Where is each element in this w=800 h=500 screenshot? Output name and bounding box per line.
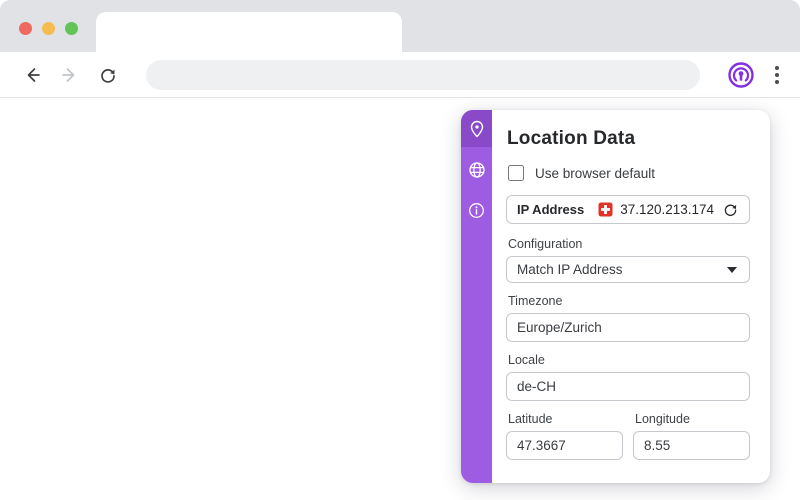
timezone-input[interactable] bbox=[506, 313, 750, 342]
locale-label: Locale bbox=[508, 353, 545, 367]
use-browser-default-row[interactable]: Use browser default bbox=[508, 165, 750, 181]
kebab-dot bbox=[775, 72, 779, 77]
minimize-window-button[interactable] bbox=[42, 22, 55, 35]
browser-window: Location Data Use browser default IP Add… bbox=[0, 0, 800, 500]
location-extension-icon[interactable] bbox=[726, 60, 756, 90]
reload-icon bbox=[101, 68, 115, 83]
longitude-label: Longitude bbox=[635, 412, 690, 426]
kebab-dot bbox=[775, 65, 779, 70]
browser-tab[interactable] bbox=[96, 12, 402, 52]
tab-strip bbox=[0, 0, 800, 52]
swiss-flag-icon bbox=[598, 202, 613, 217]
longitude-input[interactable] bbox=[633, 431, 750, 460]
globe-icon bbox=[468, 162, 485, 178]
maximize-window-button[interactable] bbox=[65, 22, 78, 35]
ip-address-label: IP Address bbox=[517, 202, 585, 217]
vytal-extension-icon bbox=[728, 61, 754, 88]
configuration-value: Match IP Address bbox=[517, 262, 623, 277]
refresh-icon bbox=[724, 204, 736, 217]
latitude-group: Latitude bbox=[506, 412, 623, 471]
reload-button[interactable] bbox=[94, 61, 122, 89]
latitude-label: Latitude bbox=[508, 412, 553, 426]
location-extension-popup: Location Data Use browser default IP Add… bbox=[461, 110, 770, 483]
popup-content: Location Data Use browser default IP Add… bbox=[492, 110, 770, 483]
back-button[interactable] bbox=[18, 61, 46, 89]
close-window-button[interactable] bbox=[19, 22, 32, 35]
ip-address-value: 37.120.213.174 bbox=[620, 202, 715, 217]
popup-title: Location Data bbox=[507, 128, 636, 149]
locale-input[interactable] bbox=[506, 372, 750, 401]
kebab-dot bbox=[775, 79, 779, 84]
use-browser-default-checkbox[interactable] bbox=[508, 165, 524, 181]
ip-address-field: IP Address 37.120.213.174 bbox=[506, 195, 750, 224]
longitude-group: Longitude bbox=[633, 412, 750, 471]
refresh-ip-button[interactable] bbox=[720, 200, 740, 220]
location-pin-icon bbox=[470, 120, 483, 137]
forward-button[interactable] bbox=[56, 61, 84, 89]
info-icon bbox=[469, 202, 484, 218]
sidebar-tab-info[interactable] bbox=[461, 193, 492, 227]
coordinates-row: Latitude Longitude bbox=[506, 412, 750, 471]
sidebar-tab-location[interactable] bbox=[461, 110, 492, 147]
back-arrow-icon bbox=[27, 67, 40, 82]
timezone-label: Timezone bbox=[508, 294, 563, 308]
browser-menu-button[interactable] bbox=[768, 60, 786, 90]
configuration-select[interactable]: Match IP Address bbox=[506, 256, 750, 283]
popup-sidebar bbox=[461, 110, 492, 483]
sidebar-tab-browser[interactable] bbox=[461, 153, 492, 187]
forward-arrow-icon bbox=[62, 67, 75, 82]
use-browser-default-label: Use browser default bbox=[535, 165, 656, 181]
browser-toolbar bbox=[0, 52, 800, 98]
chevron-down-icon bbox=[727, 266, 737, 273]
latitude-input[interactable] bbox=[506, 431, 623, 460]
configuration-label: Configuration bbox=[508, 237, 583, 251]
window-controls bbox=[19, 22, 78, 35]
address-bar[interactable] bbox=[146, 59, 700, 90]
